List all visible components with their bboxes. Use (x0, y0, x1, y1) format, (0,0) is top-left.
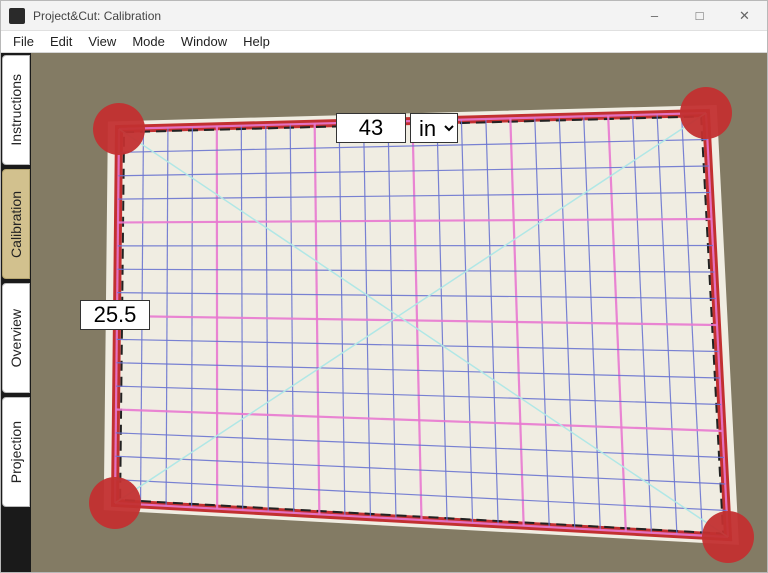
tab-label: Calibration (8, 191, 24, 258)
side-tab-strip: Instructions Calibration Overview Projec… (1, 53, 31, 572)
menu-edit[interactable]: Edit (42, 33, 80, 50)
corner-handle-tl[interactable] (93, 103, 145, 155)
close-button[interactable]: ✕ (722, 1, 767, 31)
app-window: Project&Cut: Calibration – □ ✕ File Edit… (0, 0, 768, 573)
menu-file[interactable]: File (5, 33, 42, 50)
corner-handle-tr[interactable] (680, 87, 732, 139)
menu-help[interactable]: Help (235, 33, 278, 50)
unit-select[interactable]: in (410, 113, 458, 143)
width-measure-group: in (336, 113, 458, 143)
tab-instructions[interactable]: Instructions (2, 55, 30, 165)
app-icon (9, 8, 25, 24)
tab-label: Projection (8, 421, 24, 483)
tab-calibration[interactable]: Calibration (2, 169, 30, 279)
menubar: File Edit View Mode Window Help (1, 31, 767, 53)
minimize-button[interactable]: – (632, 1, 677, 31)
calibration-canvas[interactable]: in (31, 53, 767, 572)
maximize-button[interactable]: □ (677, 1, 722, 31)
menu-mode[interactable]: Mode (124, 33, 173, 50)
corner-handle-br[interactable] (702, 511, 754, 563)
height-input[interactable] (80, 300, 150, 330)
tab-overview[interactable]: Overview (2, 283, 30, 393)
menu-view[interactable]: View (80, 33, 124, 50)
tab-projection[interactable]: Projection (2, 397, 30, 507)
width-input[interactable] (336, 113, 406, 143)
window-title: Project&Cut: Calibration (33, 9, 161, 23)
tab-label: Overview (8, 309, 24, 367)
corner-handle-bl[interactable] (89, 477, 141, 529)
height-measure-group (80, 300, 150, 330)
tab-label: Instructions (8, 74, 24, 146)
menu-window[interactable]: Window (173, 33, 235, 50)
titlebar: Project&Cut: Calibration – □ ✕ (1, 1, 767, 31)
workspace: Instructions Calibration Overview Projec… (1, 53, 767, 572)
